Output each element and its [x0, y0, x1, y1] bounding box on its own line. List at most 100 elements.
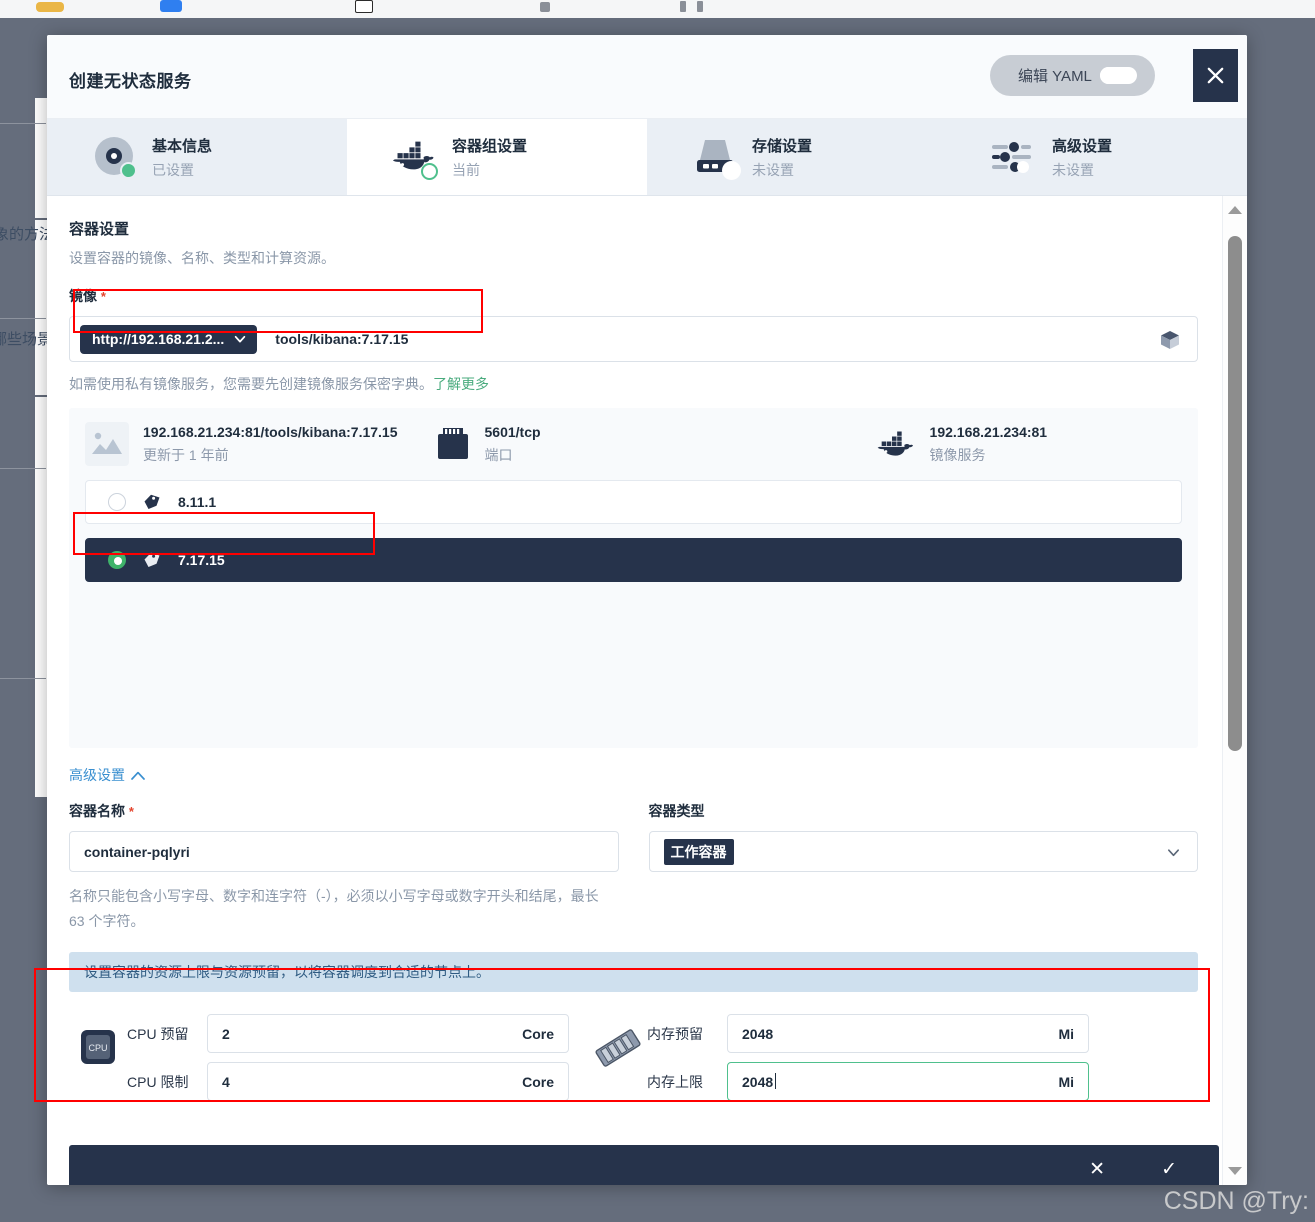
confirm-inline-button[interactable]: ✓	[1161, 1160, 1177, 1179]
backdrop-text-1: 象的方法	[0, 226, 55, 243]
disc-icon	[91, 135, 139, 179]
registry-host: 192.168.21.234:81	[929, 423, 1048, 440]
memory-limit-row: 内存上限 2048 Mi	[647, 1062, 1089, 1101]
advanced-settings-label: 高级设置	[69, 767, 125, 783]
image-result-panel: 192.168.21.234:81/tools/kibana:7.17.15 更…	[69, 408, 1198, 748]
edit-yaml-toggle[interactable]: 编辑 YAML	[990, 55, 1155, 96]
cpu-request-input[interactable]: 2 Core	[207, 1014, 569, 1053]
memory-request-unit: Mi	[1058, 1025, 1074, 1042]
toolbar-icon-window	[355, 0, 373, 13]
container-name-input[interactable]: container-pqlyri	[69, 831, 619, 872]
svg-text:CPU: CPU	[88, 1043, 107, 1053]
tag-icon	[144, 494, 160, 509]
cpu-limit-unit: Core	[522, 1073, 554, 1090]
toolbar-icon-bar2	[697, 1, 703, 12]
required-asterisk: *	[128, 804, 134, 819]
memory-limit-label: 内存上限	[647, 1073, 703, 1090]
cpu-chip-icon: CPU	[69, 1014, 127, 1068]
docker-whale-icon	[877, 431, 913, 456]
image-updated-time: 更新于 1 年前	[143, 446, 229, 463]
cpu-limit-value: 4	[222, 1073, 230, 1090]
step-title: 存储设置	[752, 137, 813, 155]
backdrop-text-2: 哪些场景	[0, 331, 53, 348]
registry-value: http://192.168.21.2...	[92, 331, 225, 347]
chevron-up-icon	[131, 771, 145, 780]
tag-radio[interactable]	[108, 493, 126, 511]
cpu-limit-input[interactable]: 4 Core	[207, 1062, 569, 1101]
image-label-text: 镜像	[69, 288, 97, 304]
close-button[interactable]	[1193, 49, 1238, 102]
learn-more-link[interactable]: 了解更多	[433, 376, 489, 392]
container-type-label: 容器类型	[648, 803, 705, 819]
tag-icon	[144, 552, 160, 567]
image-hint: 如需使用私有镜像服务，您需要先创建镜像服务保密字典。了解更多	[69, 374, 1198, 394]
advanced-settings-toggle[interactable]: 高级设置	[69, 765, 1198, 785]
sliders-icon	[991, 135, 1039, 179]
memory-stick-icon	[589, 1014, 647, 1070]
section-title: 容器设置	[69, 221, 130, 238]
container-type-select[interactable]: 工作容器	[648, 831, 1198, 872]
memory-limit-value: 2048	[742, 1072, 777, 1090]
step-storage-settings[interactable]: 存储设置 未设置	[647, 119, 947, 195]
scroll-down-arrow[interactable]	[1228, 1167, 1242, 1175]
memory-limit-input[interactable]: 2048 Mi	[727, 1062, 1089, 1101]
step-pod-settings[interactable]: 容器组设置 当前	[347, 119, 647, 195]
toolbar-icon-gray	[540, 2, 550, 12]
docker-whale-icon	[391, 135, 439, 180]
storage-icon	[691, 135, 741, 180]
image-hint-text: 如需使用私有镜像服务，您需要先创建镜像服务保密字典。	[69, 376, 433, 392]
container-name-label: 容器名称 *	[69, 801, 619, 821]
registry-info: 192.168.21.234:81 镜像服务	[876, 423, 1048, 465]
container-name-label-text: 容器名称	[69, 803, 125, 819]
backdrop-divider-4	[0, 678, 46, 679]
step-title: 容器组设置	[452, 137, 528, 155]
cpu-limit-label: CPU 限制	[127, 1073, 189, 1090]
step-basic-info[interactable]: 基本信息 已设置	[47, 119, 347, 195]
scroll-content: 容器设置 设置容器的镜像、名称、类型和计算资源。 镜像 * http://192…	[47, 196, 1222, 1185]
memory-request-row: 内存预留 2048 Mi	[647, 1014, 1089, 1053]
cpu-request-label: CPU 预留	[127, 1025, 189, 1042]
dialog-header: 创建无状态服务 编辑 YAML	[47, 35, 1247, 119]
image-placeholder-icon	[85, 422, 129, 466]
toolbar-icon-blue	[160, 0, 182, 12]
registry-label: 镜像服务	[929, 446, 986, 463]
backdrop-divider-2	[0, 318, 46, 319]
edit-yaml-label: 编辑 YAML	[1018, 68, 1092, 85]
scroll-up-arrow[interactable]	[1228, 206, 1242, 214]
image-input[interactable]: http://192.168.21.2... tools/kibana:7.17…	[69, 316, 1198, 362]
tag-name: 7.17.15	[178, 552, 225, 568]
tag-option-selected[interactable]: 7.17.15	[85, 538, 1182, 582]
container-name-value: container-pqlyri	[84, 843, 190, 860]
watermark: CSDN @Try:	[1163, 1187, 1309, 1215]
cancel-inline-button[interactable]: ✕	[1089, 1160, 1105, 1179]
inline-action-bar: ✕ ✓	[69, 1145, 1219, 1185]
tag-option[interactable]: 8.11.1	[85, 480, 1182, 524]
image-port-info: 5601/tcp 端口	[435, 424, 541, 465]
cpu-group: CPU CPU 预留 2 Core CPU 限制 4 Core	[69, 1014, 569, 1101]
cpu-limit-row: CPU 限制 4 Core	[127, 1062, 569, 1101]
memory-request-value: 2048	[742, 1025, 774, 1042]
toggle-knob	[1100, 67, 1137, 84]
dialog-body: 容器设置 设置容器的镜像、名称、类型和计算资源。 镜像 * http://192…	[47, 196, 1247, 1185]
close-icon	[1207, 67, 1224, 84]
cpu-request-row: CPU 预留 2 Core	[127, 1014, 569, 1053]
port-label: 端口	[484, 446, 513, 463]
backdrop-divider-3	[0, 468, 46, 469]
step-title: 基本信息	[152, 137, 213, 155]
tag-radio[interactable]	[108, 551, 126, 569]
resource-settings: CPU CPU 预留 2 Core CPU 限制 4 Core 内存预留 204…	[69, 1014, 1198, 1101]
cube-icon	[1161, 331, 1179, 349]
memory-request-input[interactable]: 2048 Mi	[727, 1014, 1089, 1053]
image-summary: 192.168.21.234:81/tools/kibana:7.17.15 更…	[85, 422, 398, 466]
registry-select[interactable]: http://192.168.21.2...	[80, 324, 258, 354]
scrollbar-thumb[interactable]	[1228, 236, 1242, 751]
vertical-scrollbar[interactable]	[1222, 196, 1247, 1185]
step-status: 已设置	[152, 161, 194, 178]
step-status: 当前	[452, 161, 480, 178]
memory-request-label: 内存预留	[647, 1025, 703, 1042]
cpu-request-unit: Core	[522, 1025, 554, 1042]
ethernet-port-icon	[437, 428, 468, 459]
browser-toolbar-strip	[0, 0, 1315, 18]
port-value: 5601/tcp	[484, 423, 541, 440]
step-advanced-settings[interactable]: 高级设置 未设置	[947, 119, 1247, 195]
